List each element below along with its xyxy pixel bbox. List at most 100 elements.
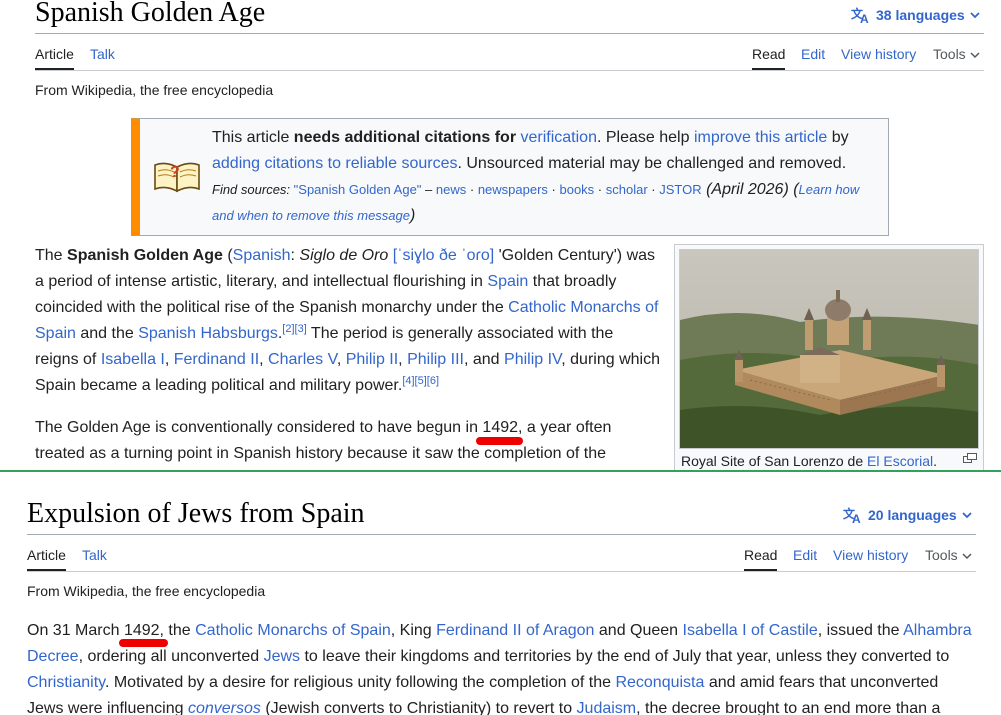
link-ipa[interactable]: [ˈsiɣlo ðe ˈoɾo] — [393, 247, 494, 264]
notice-dot: · — [547, 182, 560, 197]
link-isabella-i-castile[interactable]: Isabella I of Castile — [683, 622, 818, 639]
languages-label: 38 languages — [876, 7, 965, 23]
page-title: Expulsion of Jews from Spain — [27, 498, 365, 529]
year-1492: 1492 — [482, 419, 519, 436]
enlarge-icon[interactable] — [963, 453, 977, 463]
link-jews[interactable]: Jews — [264, 648, 300, 665]
notice-dot: · — [594, 182, 606, 197]
find-sources-label: Find sources: — [212, 182, 294, 197]
tab-read[interactable]: Read — [752, 46, 786, 70]
citation-notice: ? This article needs additional citation… — [131, 118, 889, 236]
bold-term: Spanish Golden Age — [67, 247, 223, 264]
link-news[interactable]: news — [436, 182, 466, 197]
text: , — [259, 351, 269, 368]
svg-text:A: A — [852, 512, 861, 524]
red-underline-annotation — [476, 437, 523, 445]
link-improve-article[interactable]: improve this article — [694, 129, 827, 146]
text: , — [336, 351, 346, 368]
text: , — [164, 351, 174, 368]
text: . Motivated by a desire for religious un… — [104, 674, 616, 691]
tab-talk[interactable]: Talk — [90, 46, 115, 62]
notice-dash: – — [421, 182, 436, 197]
tabs-divider — [27, 571, 976, 572]
languages-label: 20 languages — [868, 507, 957, 523]
notice-date: (April 2026) ( — [701, 181, 799, 198]
bottom-article-pane: Expulsion of Jews from Spain 文 A 20 lang… — [0, 472, 1001, 715]
text: The — [35, 247, 68, 264]
link-jstor[interactable]: JSTOR — [659, 182, 701, 197]
tagline: From Wikipedia, the free encyclopedia — [27, 583, 266, 599]
italic-term: Siglo de Oro — [299, 247, 389, 264]
link-philip-iii[interactable]: Philip III — [407, 351, 464, 368]
el-escorial-image[interactable] — [679, 249, 979, 449]
link-reconquista[interactable]: Reconquista — [615, 674, 704, 691]
tools-menu[interactable]: Tools — [925, 547, 972, 563]
notice-text-part: by — [827, 129, 849, 146]
tab-article[interactable]: Article — [27, 547, 66, 571]
link-catholic-monarchs[interactable]: Catholic Monarchs of Spain — [195, 622, 391, 639]
citation-ref[interactable]: [4][5][6] — [402, 375, 439, 387]
link-judaism[interactable]: Judaism — [577, 700, 637, 715]
notice-text-part: . Please help — [596, 129, 694, 146]
text: , the decree brought to an end more than… — [636, 700, 941, 715]
link-newspapers[interactable]: newspapers — [478, 182, 548, 197]
tools-label: Tools — [925, 547, 958, 563]
notice-bold: needs additional citations for — [293, 129, 517, 146]
tools-menu[interactable]: Tools — [933, 46, 980, 62]
chevron-down-icon — [962, 553, 972, 560]
tab-view-history[interactable]: View history — [833, 547, 908, 563]
tab-edit[interactable]: Edit — [801, 46, 825, 62]
link-verification[interactable]: verification — [521, 129, 597, 146]
tab-article[interactable]: Article — [35, 46, 74, 70]
link-spanish-habsburgs[interactable]: Spanish Habsburgs — [138, 325, 278, 342]
link-find-query[interactable]: "Spanish Golden Age" — [294, 182, 422, 197]
link-christianity[interactable]: Christianity — [27, 674, 105, 691]
title-divider — [27, 534, 976, 535]
text: and the — [75, 325, 139, 342]
book-question-icon: ? — [154, 162, 200, 193]
chevron-down-icon — [970, 12, 980, 19]
link-philip-ii[interactable]: Philip II — [346, 351, 398, 368]
tab-talk[interactable]: Talk — [82, 547, 107, 563]
translate-icon: 文 A — [851, 6, 869, 24]
caption-text: Royal Site of San Lorenzo de — [681, 453, 868, 469]
notice-dot: · — [647, 182, 660, 197]
link-ferdinand-ii[interactable]: Ferdinand II — [174, 351, 259, 368]
tab-read[interactable]: Read — [744, 547, 778, 571]
caption-end: . — [933, 453, 938, 469]
text: ( — [222, 247, 233, 264]
intro-paragraph: The Spanish Golden Age (Spanish: Siglo d… — [35, 243, 660, 399]
link-philip-iv[interactable]: Philip IV — [504, 351, 561, 368]
tabs-divider — [35, 70, 984, 71]
link-adding-citations[interactable]: adding citations to reliable sources — [212, 155, 457, 172]
link-isabella-i[interactable]: Isabella I — [101, 351, 165, 368]
text: , King — [390, 622, 437, 639]
page-title: Spanish Golden Age — [35, 0, 266, 28]
tools-label: Tools — [933, 46, 966, 62]
svg-text:A: A — [860, 12, 869, 24]
text: , — [398, 351, 408, 368]
link-el-escorial[interactable]: El Escorial — [867, 453, 933, 469]
escorial-illustration — [680, 250, 978, 448]
infobox: Royal Site of San Lorenzo de El Escorial… — [674, 244, 984, 470]
link-spain[interactable]: Spain — [487, 273, 528, 290]
languages-button[interactable]: 文 A 38 languages — [851, 6, 980, 24]
link-books[interactable]: books — [559, 182, 594, 197]
link-ferdinand-ii-aragon[interactable]: Ferdinand II of Aragon — [436, 622, 594, 639]
link-conversos[interactable]: conversos — [188, 700, 261, 715]
tab-edit[interactable]: Edit — [793, 547, 817, 563]
languages-button[interactable]: 文 A 20 languages — [843, 506, 972, 524]
link-charles-v[interactable]: Charles V — [268, 351, 337, 368]
infobox-caption: Royal Site of San Lorenzo de El Escorial… — [681, 453, 937, 469]
link-scholar[interactable]: scholar — [606, 182, 648, 197]
link-spanish-language[interactable]: Spanish — [233, 247, 291, 264]
tagline: From Wikipedia, the free encyclopedia — [35, 82, 274, 98]
tab-view-history[interactable]: View history — [841, 46, 916, 62]
intro-paragraph: On 31 March 1492, the Catholic Monarchs … — [27, 618, 977, 715]
text: , ordering all unconverted — [78, 648, 264, 665]
text: to leave their kingdoms and territories … — [300, 648, 950, 665]
translate-icon: 文 A — [843, 506, 861, 524]
text: , the — [159, 622, 196, 639]
citation-ref[interactable]: [2][3] — [282, 323, 306, 335]
svg-text:?: ? — [170, 164, 180, 181]
